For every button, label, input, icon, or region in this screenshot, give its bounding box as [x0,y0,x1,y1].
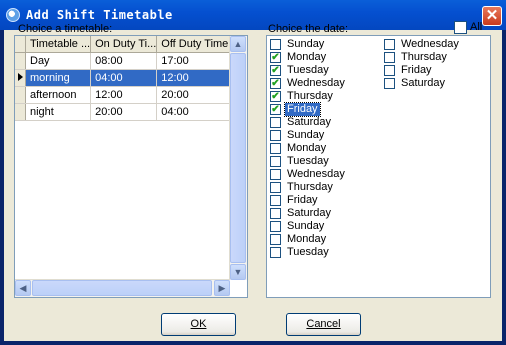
date-checkbox-label: Sunday [287,129,325,141]
table-header: Timetable ... On Duty Ti... Off Duty Tim… [15,36,233,53]
date-checkbox-label: Thursday [287,181,333,193]
vertical-scrollbar[interactable]: ▲ ▼ [229,36,247,280]
scroll-left-button[interactable]: ◀ [15,280,31,296]
table-row[interactable]: night 20:00 04:00 [15,103,233,121]
cell-off-duty[interactable]: 12:00 [156,69,233,87]
checkbox-unchecked-icon[interactable] [270,169,281,180]
ok-button[interactable]: OK [161,313,236,336]
date-checkbox-label: Thursday [287,90,333,102]
cell-timetable-name[interactable]: morning [25,69,92,87]
date-checkbox-label: Sunday [287,220,325,232]
date-checkbox-label: Saturday [287,116,332,128]
date-checkbox-label: Tuesday [287,64,329,76]
timetable-table: Timetable ... On Duty Ti... Off Duty Tim… [15,36,233,121]
cell-on-duty[interactable]: 12:00 [90,86,158,104]
date-checkbox-label: Friday [287,194,318,206]
date-checkbox-label: Saturday [401,77,446,89]
date-checkbox-label: Friday [401,64,432,76]
date-checkbox-label: Monday [287,142,327,154]
table-row[interactable]: morning 04:00 12:00 [15,69,233,87]
checkbox-unchecked-icon[interactable] [270,221,281,232]
all-label: All [470,21,483,33]
scroll-right-button[interactable]: ▶ [214,280,230,296]
checkbox-unchecked-icon[interactable] [270,234,281,245]
checkbox-unchecked-icon[interactable] [270,247,281,258]
all-checkbox[interactable] [454,21,467,34]
timetable-grid[interactable]: Timetable ... On Duty Ti... Off Duty Tim… [14,35,248,298]
checkbox-unchecked-icon[interactable] [384,65,395,76]
scroll-thumb-vertical[interactable] [230,53,246,263]
date-label: Choice the date: [268,23,349,35]
row-indicator-header [15,36,26,53]
checkbox-unchecked-icon[interactable] [270,208,281,219]
horizontal-scrollbar[interactable]: ◀ ▶ [15,279,230,297]
checkbox-unchecked-icon[interactable] [384,78,395,89]
window-title: Add Shift Timetable [26,8,173,22]
date-checkbox-label: Thursday [401,51,447,63]
checkbox-checked-icon[interactable]: ✔ [270,78,281,89]
cell-off-duty[interactable]: 20:00 [156,86,233,104]
checkbox-unchecked-icon[interactable] [270,182,281,193]
table-row[interactable]: Day 08:00 17:00 [15,52,233,70]
scroll-up-button[interactable]: ▲ [230,36,246,52]
row-indicator [15,52,26,70]
date-checkbox-label: Wednesday [287,77,345,89]
date-checkbox-label: Monday [287,233,327,245]
date-checkbox-label: Wednesday [401,38,459,50]
cell-timetable-name[interactable]: Day [25,52,92,70]
scroll-down-button[interactable]: ▼ [230,264,246,280]
column-header-timetable[interactable]: Timetable ... [25,36,92,53]
date-checkbox-label: Saturday [287,207,332,219]
close-button[interactable]: ✕ [482,6,502,26]
column-header-off-duty[interactable]: Off Duty Time [156,36,233,53]
checkbox-unchecked-icon[interactable] [270,156,281,167]
date-checkbox-label: Friday [284,102,321,117]
date-checkbox-label: Tuesday [287,246,329,258]
checkbox-unchecked-icon[interactable] [384,39,395,50]
checkbox-unchecked-icon[interactable] [270,195,281,206]
checkbox-checked-icon[interactable]: ✔ [270,91,281,102]
cancel-button[interactable]: Cancel [286,313,361,336]
checkbox-unchecked-icon[interactable] [270,130,281,141]
column-header-on-duty[interactable]: On Duty Ti... [90,36,158,53]
cell-off-duty[interactable]: 17:00 [156,52,233,70]
date-checkbox-label: Monday [287,51,327,63]
row-indicator [15,86,26,104]
cell-on-duty[interactable]: 08:00 [90,52,158,70]
cell-timetable-name[interactable]: afternoon [25,86,92,104]
cancel-label: Cancel [306,318,341,330]
date-checklist[interactable]: Sunday ✔ Monday ✔ Tuesday ✔ Wednesday ✔ Thursday… [266,35,491,298]
checkbox-checked-icon[interactable]: ✔ [270,65,281,76]
table-row[interactable]: afternoon 12:00 20:00 [15,86,233,104]
row-indicator [15,103,26,121]
row-indicator [15,69,26,87]
date-checkbox-label: Sunday [287,38,325,50]
checkbox-checked-icon[interactable]: ✔ [270,52,281,63]
scroll-thumb-horizontal[interactable] [32,280,212,296]
date-checkbox-label: Wednesday [287,168,345,180]
cell-timetable-name[interactable]: night [25,103,92,121]
checkbox-checked-icon[interactable]: ✔ [270,104,281,115]
current-row-pointer-icon [18,73,23,81]
ok-label: OK [190,318,207,330]
checkbox-unchecked-icon[interactable] [270,117,281,128]
add-shift-timetable-dialog: Add Shift Timetable ✕ Choice a timetable… [0,0,506,345]
cell-on-duty[interactable]: 04:00 [90,69,158,87]
timetable-label: Choice a timetable: [18,23,113,35]
app-icon [6,8,20,22]
checkbox-unchecked-icon[interactable] [270,39,281,50]
cell-off-duty[interactable]: 04:00 [156,103,233,121]
checkbox-unchecked-icon[interactable] [270,143,281,154]
cell-on-duty[interactable]: 20:00 [90,103,158,121]
checkbox-unchecked-icon[interactable] [384,52,395,63]
date-checkbox-label: Tuesday [287,155,329,167]
